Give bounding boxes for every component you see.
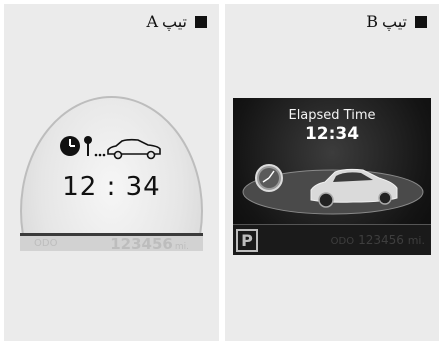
panel-b-title: تیپ B xyxy=(366,12,427,31)
panel-a-title: تیپ A xyxy=(146,12,207,31)
type-a-odo-label: ODO xyxy=(34,238,58,249)
type-b-display-title: Elapsed Time xyxy=(288,108,376,123)
type-b-time: 12:34 xyxy=(304,124,360,144)
type-b-display: Elapsed Time 12:34 P ODO 123456 mi. xyxy=(233,98,431,255)
type-a-odo-value: 123456 xyxy=(110,235,173,251)
bullet-square-icon xyxy=(195,15,207,28)
type-a-time: 12 : 34 xyxy=(62,172,161,202)
panel-a-title-word: تیپ xyxy=(162,12,187,31)
bullet-square-icon xyxy=(415,15,427,28)
panel-type-a: تیپ A 12 : 34 ODO 123456 mi. xyxy=(4,4,219,341)
type-b-odo-label: ODO xyxy=(330,236,355,247)
type-a-display: 12 : 34 ODO 123456 mi. xyxy=(20,96,203,251)
type-b-info-bar: P ODO 123456 mi. xyxy=(233,224,431,255)
type-a-icon-row xyxy=(60,136,161,160)
clock-icon xyxy=(60,136,80,156)
type-b-odo-unit: mi. xyxy=(407,234,425,247)
type-b-odometer: ODO 123456 mi. xyxy=(331,233,425,247)
parking-icon: P xyxy=(236,229,258,252)
car-icon xyxy=(107,138,161,160)
type-a-odo-unit: mi. xyxy=(174,242,189,251)
type-b-odo-value: 123456 xyxy=(358,233,404,247)
panel-b-title-word: تیپ xyxy=(382,12,407,31)
panel-a-title-letter: A xyxy=(146,12,158,31)
panel-b-title-letter: B xyxy=(366,12,378,31)
pin-icon xyxy=(84,136,92,156)
clock-icon xyxy=(255,164,283,192)
dots-icon xyxy=(94,153,106,157)
panel-type-b: تیپ B Elapsed Time 12:34 P ODO 123456 mi… xyxy=(225,4,439,341)
type-a-odometer: ODO 123456 mi. xyxy=(20,233,203,251)
